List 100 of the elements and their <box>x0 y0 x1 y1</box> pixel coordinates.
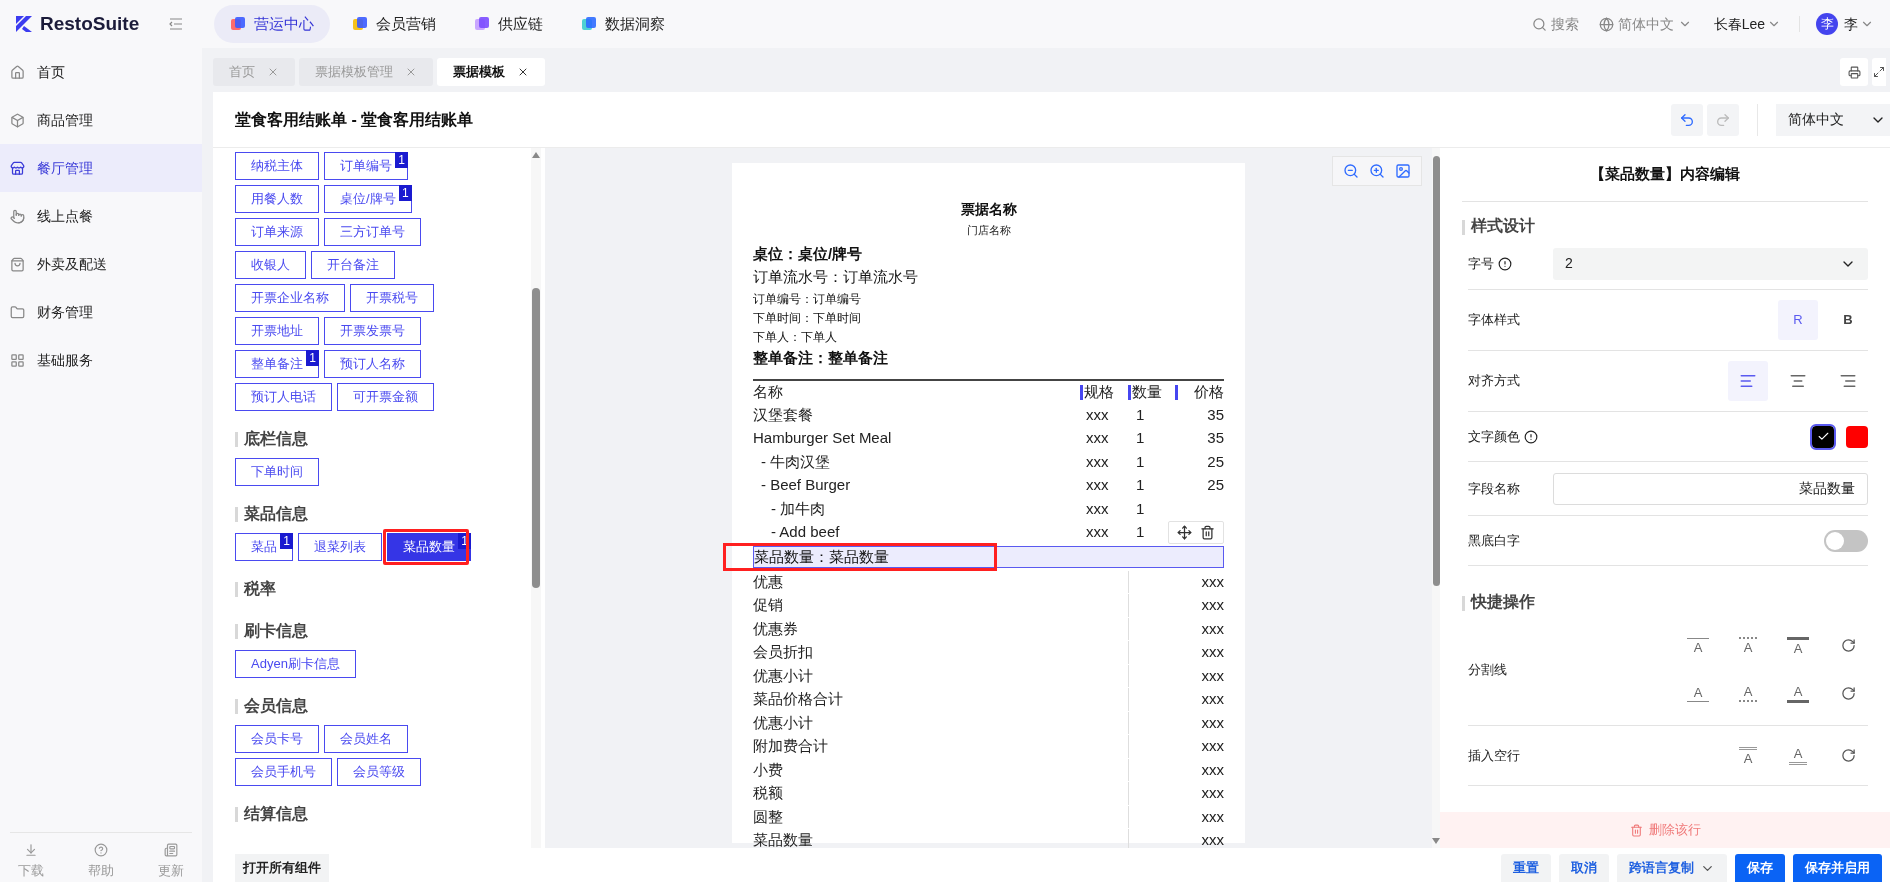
component-chip[interactable]: 开票地址 <box>235 317 319 345</box>
component-chip[interactable]: 预订人电话 <box>235 383 332 411</box>
module-tab[interactable]: 供应链 <box>458 5 559 43</box>
component-chip[interactable]: 会员姓名 <box>324 725 408 753</box>
font-style-option[interactable]: R <box>1778 300 1818 340</box>
sidebar-item[interactable]: 财务管理 <box>0 288 202 336</box>
scrollbar[interactable] <box>531 148 541 848</box>
component-chip[interactable]: 开票税号 <box>350 284 434 312</box>
component-chip[interactable]: 开票发票号 <box>324 317 421 345</box>
toggle-switch[interactable] <box>1824 529 1868 552</box>
component-chip[interactable]: 会员等级 <box>337 758 421 786</box>
user-avatar[interactable]: 李 <box>1816 13 1838 35</box>
thick-line-below-option[interactable]: A <box>1778 678 1818 709</box>
info-icon[interactable] <box>1524 429 1538 444</box>
globe-icon <box>1598 16 1614 32</box>
info-icon[interactable] <box>1498 256 1512 271</box>
field-name-input[interactable]: 菜品数量 <box>1553 472 1868 505</box>
align-center-icon <box>1789 372 1807 390</box>
dotted-line-above-option[interactable]: A <box>1728 630 1768 661</box>
scroll-up-icon[interactable] <box>532 152 540 158</box>
field-label: 对齐方式 <box>1468 372 1520 391</box>
dropdown-button[interactable]: 跨语言复制 <box>1617 854 1727 882</box>
action-button[interactable]: 取消 <box>1559 854 1609 882</box>
zoom-in-icon[interactable] <box>1369 163 1385 179</box>
component-chip[interactable]: 三方订单号 <box>324 218 421 246</box>
sidebar-item[interactable]: 线上点餐 <box>0 192 202 240</box>
module-tab[interactable]: 会员营销 <box>336 5 452 43</box>
user-menu[interactable]: 李 <box>1844 13 1874 35</box>
component-chip[interactable]: 预订人名称 <box>324 350 421 378</box>
component-chip[interactable]: 纳税主体 <box>235 152 319 180</box>
summary-value: xxx <box>1128 758 1224 781</box>
component-chip[interactable]: 可开票金额 <box>337 383 434 411</box>
component-chip[interactable]: 收银人 <box>235 251 306 279</box>
component-chip[interactable]: 整单备注 1 <box>235 350 319 378</box>
color-swatch[interactable] <box>1846 425 1868 448</box>
color-swatch[interactable] <box>1812 425 1834 448</box>
field-row[interactable]: 菜品数量：菜品数量 <box>753 546 1224 568</box>
sidebar-item[interactable]: 基础服务 <box>0 336 202 384</box>
open-all-button[interactable]: 打开所有组件 <box>235 854 329 882</box>
sidebar-item[interactable]: 商品管理 <box>0 96 202 144</box>
scroll-down-icon[interactable] <box>1432 838 1440 844</box>
collapse-icon[interactable] <box>169 18 184 30</box>
scrollbar[interactable] <box>1432 148 1440 848</box>
app-icon <box>474 16 490 32</box>
component-chip[interactable]: Adyen刷卡信息 <box>235 650 356 678</box>
column-header: 名称 <box>753 382 784 402</box>
line-below-option[interactable]: A <box>1678 678 1718 709</box>
font-style-option[interactable]: B <box>1828 300 1868 340</box>
component-chip[interactable]: 开票企业名称 <box>235 284 345 312</box>
section-heading: 会员信息 <box>244 696 308 716</box>
undo-button[interactable] <box>1671 103 1703 136</box>
scrollbar-thumb[interactable] <box>1432 156 1440 586</box>
check-icon <box>1816 430 1830 443</box>
fullscreen-button[interactable] <box>1872 58 1886 86</box>
expand-icon <box>1873 66 1885 78</box>
component-chip[interactable]: 会员卡号 <box>235 725 319 753</box>
font-size-select[interactable]: 2 <box>1553 247 1868 280</box>
component-chip[interactable]: 订单来源 <box>235 218 319 246</box>
news-icon <box>164 842 178 857</box>
component-chip[interactable]: 会员手机号 <box>235 758 332 786</box>
section-heading: 快捷操作 <box>1471 592 1535 612</box>
page-tab[interactable]: 票据模板 <box>437 58 545 86</box>
count-badge: 1 <box>398 185 412 201</box>
align-left-icon <box>1739 372 1757 390</box>
action-button[interactable]: 保存 <box>1735 854 1785 882</box>
action-button[interactable]: 保存并启用 <box>1793 854 1882 882</box>
move-icon[interactable] <box>1177 525 1192 540</box>
component-chip[interactable]: 订单编号 1 <box>324 152 408 180</box>
blank-line-above-option[interactable]: A <box>1728 740 1768 771</box>
dotted-line-below-option[interactable]: A <box>1728 678 1768 709</box>
line-above-option[interactable]: A <box>1678 630 1718 661</box>
blank-line-below-option[interactable]: A <box>1778 740 1818 771</box>
store-dropdown[interactable]: 长春Lee <box>1713 13 1781 35</box>
sidebar-item[interactable]: 外卖及配送 <box>0 240 202 288</box>
thick-line-above-option[interactable]: A <box>1778 630 1818 661</box>
component-chip[interactable]: 退菜列表 <box>298 533 382 561</box>
field-label: 字体样式 <box>1468 311 1520 330</box>
trash-icon[interactable] <box>1200 525 1215 540</box>
language-select[interactable]: 简体中文 <box>1776 103 1890 136</box>
close-icon[interactable] <box>517 66 529 78</box>
component-chip[interactable]: 用餐人数 <box>235 185 319 213</box>
scrollbar-thumb[interactable] <box>532 288 540 588</box>
item-name: 汉堡套餐 <box>753 404 814 425</box>
search-icon <box>1531 16 1547 32</box>
language-dropdown[interactable]: 简体中文 <box>1598 13 1692 35</box>
zoom-out-icon[interactable] <box>1343 163 1359 179</box>
print-button[interactable] <box>1840 58 1868 86</box>
component-chip[interactable]: 开台备注 <box>311 251 395 279</box>
sidebar-item[interactable]: 首页 <box>0 48 202 96</box>
component-chip[interactable]: 下单时间 <box>235 458 319 486</box>
module-tab[interactable]: 数据洞察 <box>565 5 681 43</box>
summary-label: 会员折扣 <box>753 642 814 662</box>
module-tab[interactable]: 营运中心 <box>214 5 330 43</box>
component-chip[interactable]: 桌位/牌号 1 <box>324 185 412 213</box>
search-button[interactable]: 搜索 <box>1531 13 1579 35</box>
align-left-button[interactable] <box>1728 361 1768 401</box>
item-spec: xxx <box>1085 404 1110 425</box>
action-button[interactable]: 重置 <box>1501 854 1551 882</box>
component-chip[interactable]: 菜品 1 <box>235 533 293 561</box>
sidebar-item[interactable]: 餐厅管理 <box>0 144 202 192</box>
